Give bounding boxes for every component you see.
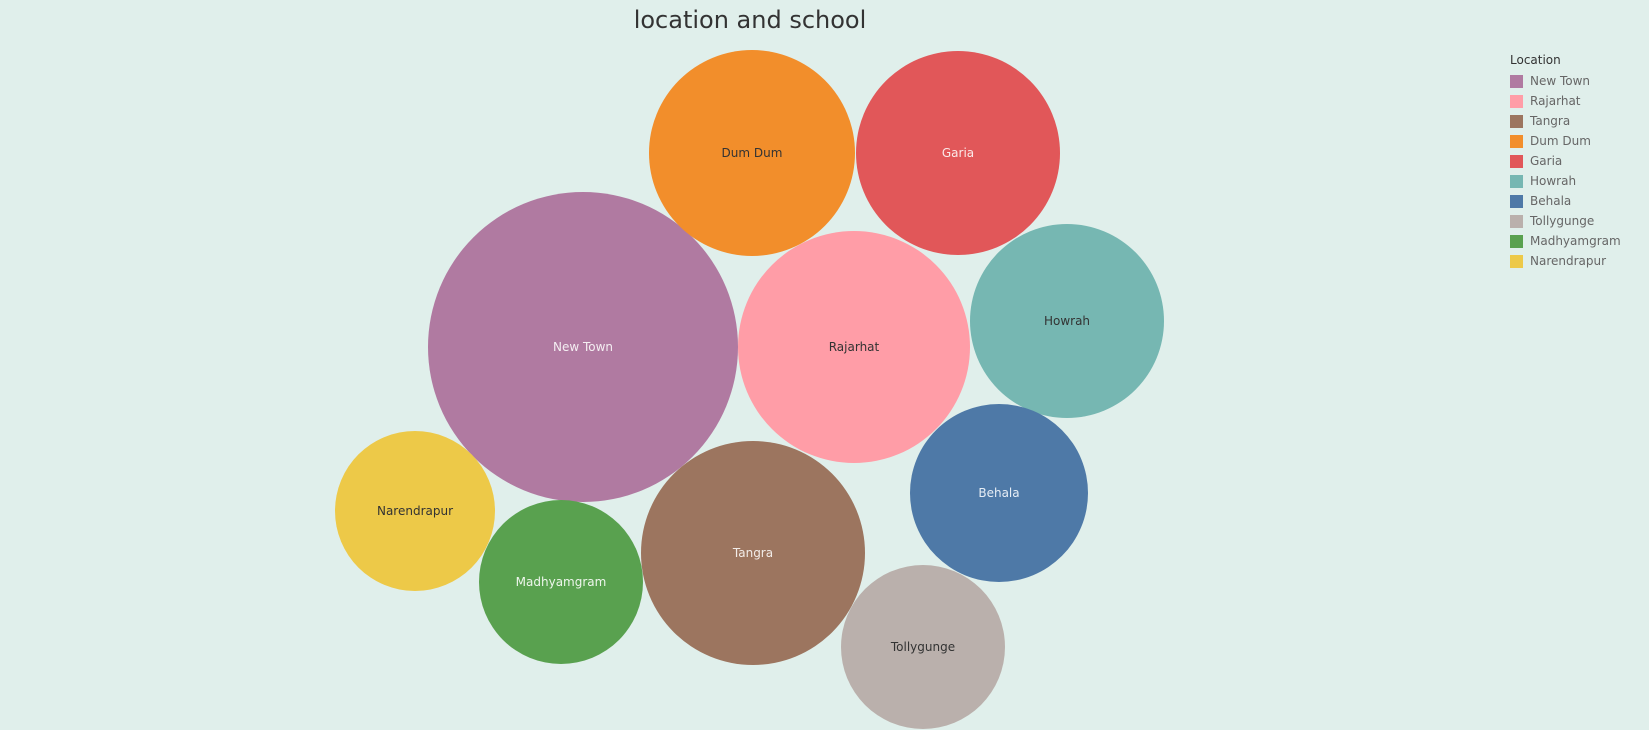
legend-item-garia[interactable]: Garia bbox=[1510, 151, 1621, 171]
bubble-madhyamgram[interactable]: Madhyamgram bbox=[479, 500, 643, 664]
bubble-label-garia: Garia bbox=[942, 146, 974, 160]
legend-item-narendrapur[interactable]: Narendrapur bbox=[1510, 251, 1621, 271]
bubble-garia[interactable]: Garia bbox=[856, 51, 1060, 255]
legend: Location New Town Rajarhat Tangra Dum Dum Ga… bbox=[1510, 53, 1621, 271]
legend-label-rajarhat: Rajarhat bbox=[1530, 94, 1581, 108]
legend-swatch-new-town bbox=[1510, 74, 1523, 88]
chart-root: location and school New Town Rajarhat Tang… bbox=[0, 0, 1649, 730]
legend-label-new-town: New Town bbox=[1530, 74, 1591, 88]
bubble-dum-dum[interactable]: Dum Dum bbox=[649, 50, 855, 256]
bubble-label-dum-dum: Dum Dum bbox=[722, 146, 783, 160]
legend-label-garia: Garia bbox=[1530, 154, 1563, 168]
bubble-label-rajarhat: Rajarhat bbox=[829, 340, 880, 354]
bubble-tollygunge[interactable]: Tollygunge bbox=[841, 565, 1005, 729]
legend-label-dum-dum: Dum Dum bbox=[1530, 134, 1591, 148]
legend-swatch-rajarhat bbox=[1510, 94, 1523, 108]
legend-item-howrah[interactable]: Howrah bbox=[1510, 171, 1621, 191]
bubble-label-tollygunge: Tollygunge bbox=[890, 640, 955, 654]
legend-swatch-tangra bbox=[1510, 114, 1523, 128]
bubble-tangra[interactable]: Tangra bbox=[641, 441, 865, 665]
legend-item-tangra[interactable]: Tangra bbox=[1510, 111, 1621, 131]
legend-item-new-town[interactable]: New Town bbox=[1510, 71, 1621, 91]
legend-item-behala[interactable]: Behala bbox=[1510, 191, 1621, 211]
bubble-behala[interactable]: Behala bbox=[910, 404, 1088, 582]
legend-item-madhyamgram[interactable]: Madhyamgram bbox=[1510, 231, 1621, 251]
legend-label-howrah: Howrah bbox=[1530, 174, 1577, 188]
bubble-rajarhat[interactable]: Rajarhat bbox=[738, 231, 970, 463]
legend-swatch-behala bbox=[1510, 194, 1523, 208]
legend-swatch-dum-dum bbox=[1510, 134, 1523, 148]
bubble-label-tangra: Tangra bbox=[732, 546, 773, 560]
bubble-label-madhyamgram: Madhyamgram bbox=[516, 575, 607, 589]
bubble-chart: New Town Rajarhat Tangra Dum Dum Garia Howrah… bbox=[335, 50, 1164, 729]
bubble-label-behala: Behala bbox=[978, 486, 1019, 500]
legend-swatch-madhyamgram bbox=[1510, 234, 1523, 248]
bubble-label-narendrapur: Narendrapur bbox=[377, 504, 453, 518]
bubble-howrah[interactable]: Howrah bbox=[970, 224, 1164, 418]
legend-swatch-howrah bbox=[1510, 174, 1523, 188]
legend-items: New Town Rajarhat Tangra Dum Dum Garia Howrah… bbox=[1510, 71, 1621, 271]
legend-swatch-tollygunge bbox=[1510, 214, 1523, 228]
legend-item-dum-dum[interactable]: Dum Dum bbox=[1510, 131, 1621, 151]
legend-label-madhyamgram: Madhyamgram bbox=[1530, 234, 1621, 248]
legend-swatch-narendrapur bbox=[1510, 254, 1523, 268]
bubble-new-town[interactable]: New Town bbox=[428, 192, 738, 502]
legend-item-rajarhat[interactable]: Rajarhat bbox=[1510, 91, 1621, 111]
legend-item-tollygunge[interactable]: Tollygunge bbox=[1510, 211, 1621, 231]
legend-label-tollygunge: Tollygunge bbox=[1530, 214, 1595, 228]
bubble-label-howrah: Howrah bbox=[1044, 314, 1090, 328]
legend-label-tangra: Tangra bbox=[1530, 114, 1571, 128]
legend-title: Location bbox=[1510, 53, 1561, 67]
legend-swatch-garia bbox=[1510, 154, 1523, 168]
legend-label-behala: Behala bbox=[1530, 194, 1572, 208]
bubble-narendrapur[interactable]: Narendrapur bbox=[335, 431, 495, 591]
legend-label-narendrapur: Narendrapur bbox=[1530, 254, 1607, 268]
bubble-label-new-town: New Town bbox=[553, 340, 613, 354]
